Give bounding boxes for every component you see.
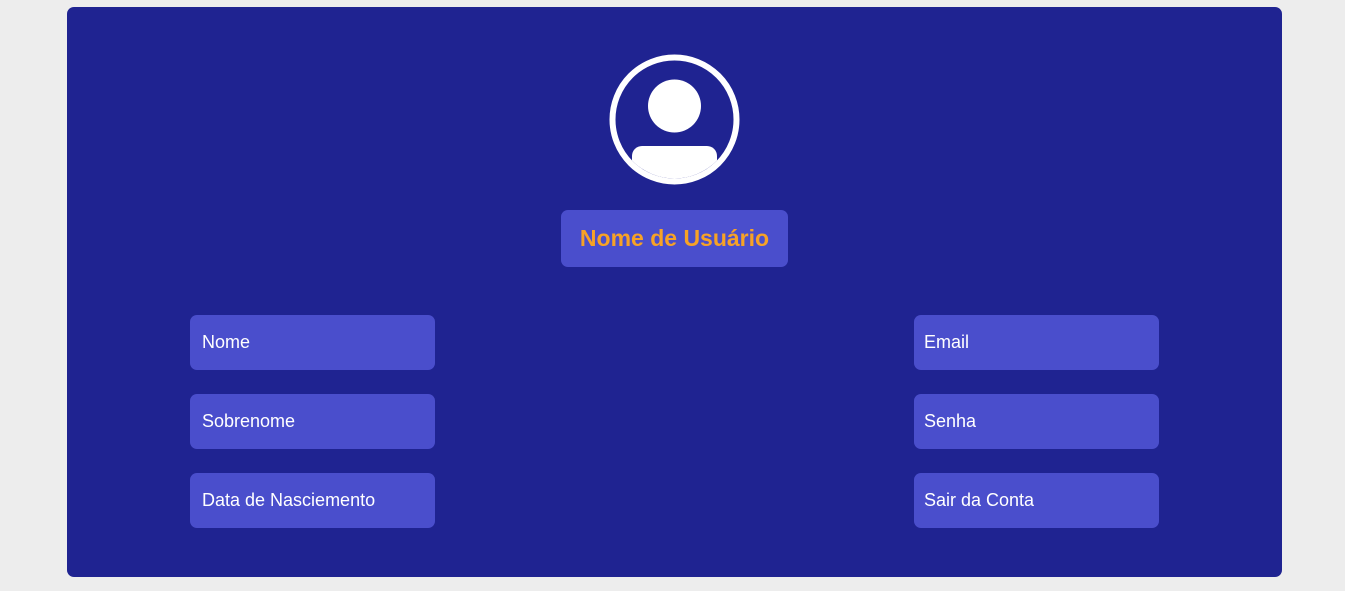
- username-label: Nome de Usuário: [561, 210, 788, 267]
- field-data-nascimento[interactable]: Data de Nasciemento: [190, 473, 435, 528]
- field-nome[interactable]: Nome: [190, 315, 435, 370]
- profile-card: Nome de Usuário Nome Sobrenome Data de N…: [67, 7, 1282, 577]
- field-sobrenome[interactable]: Sobrenome: [190, 394, 435, 449]
- sair-da-conta-button[interactable]: Sair da Conta: [914, 473, 1159, 528]
- field-senha[interactable]: Senha: [914, 394, 1159, 449]
- user-avatar-icon: [609, 54, 740, 185]
- field-email[interactable]: Email: [914, 315, 1159, 370]
